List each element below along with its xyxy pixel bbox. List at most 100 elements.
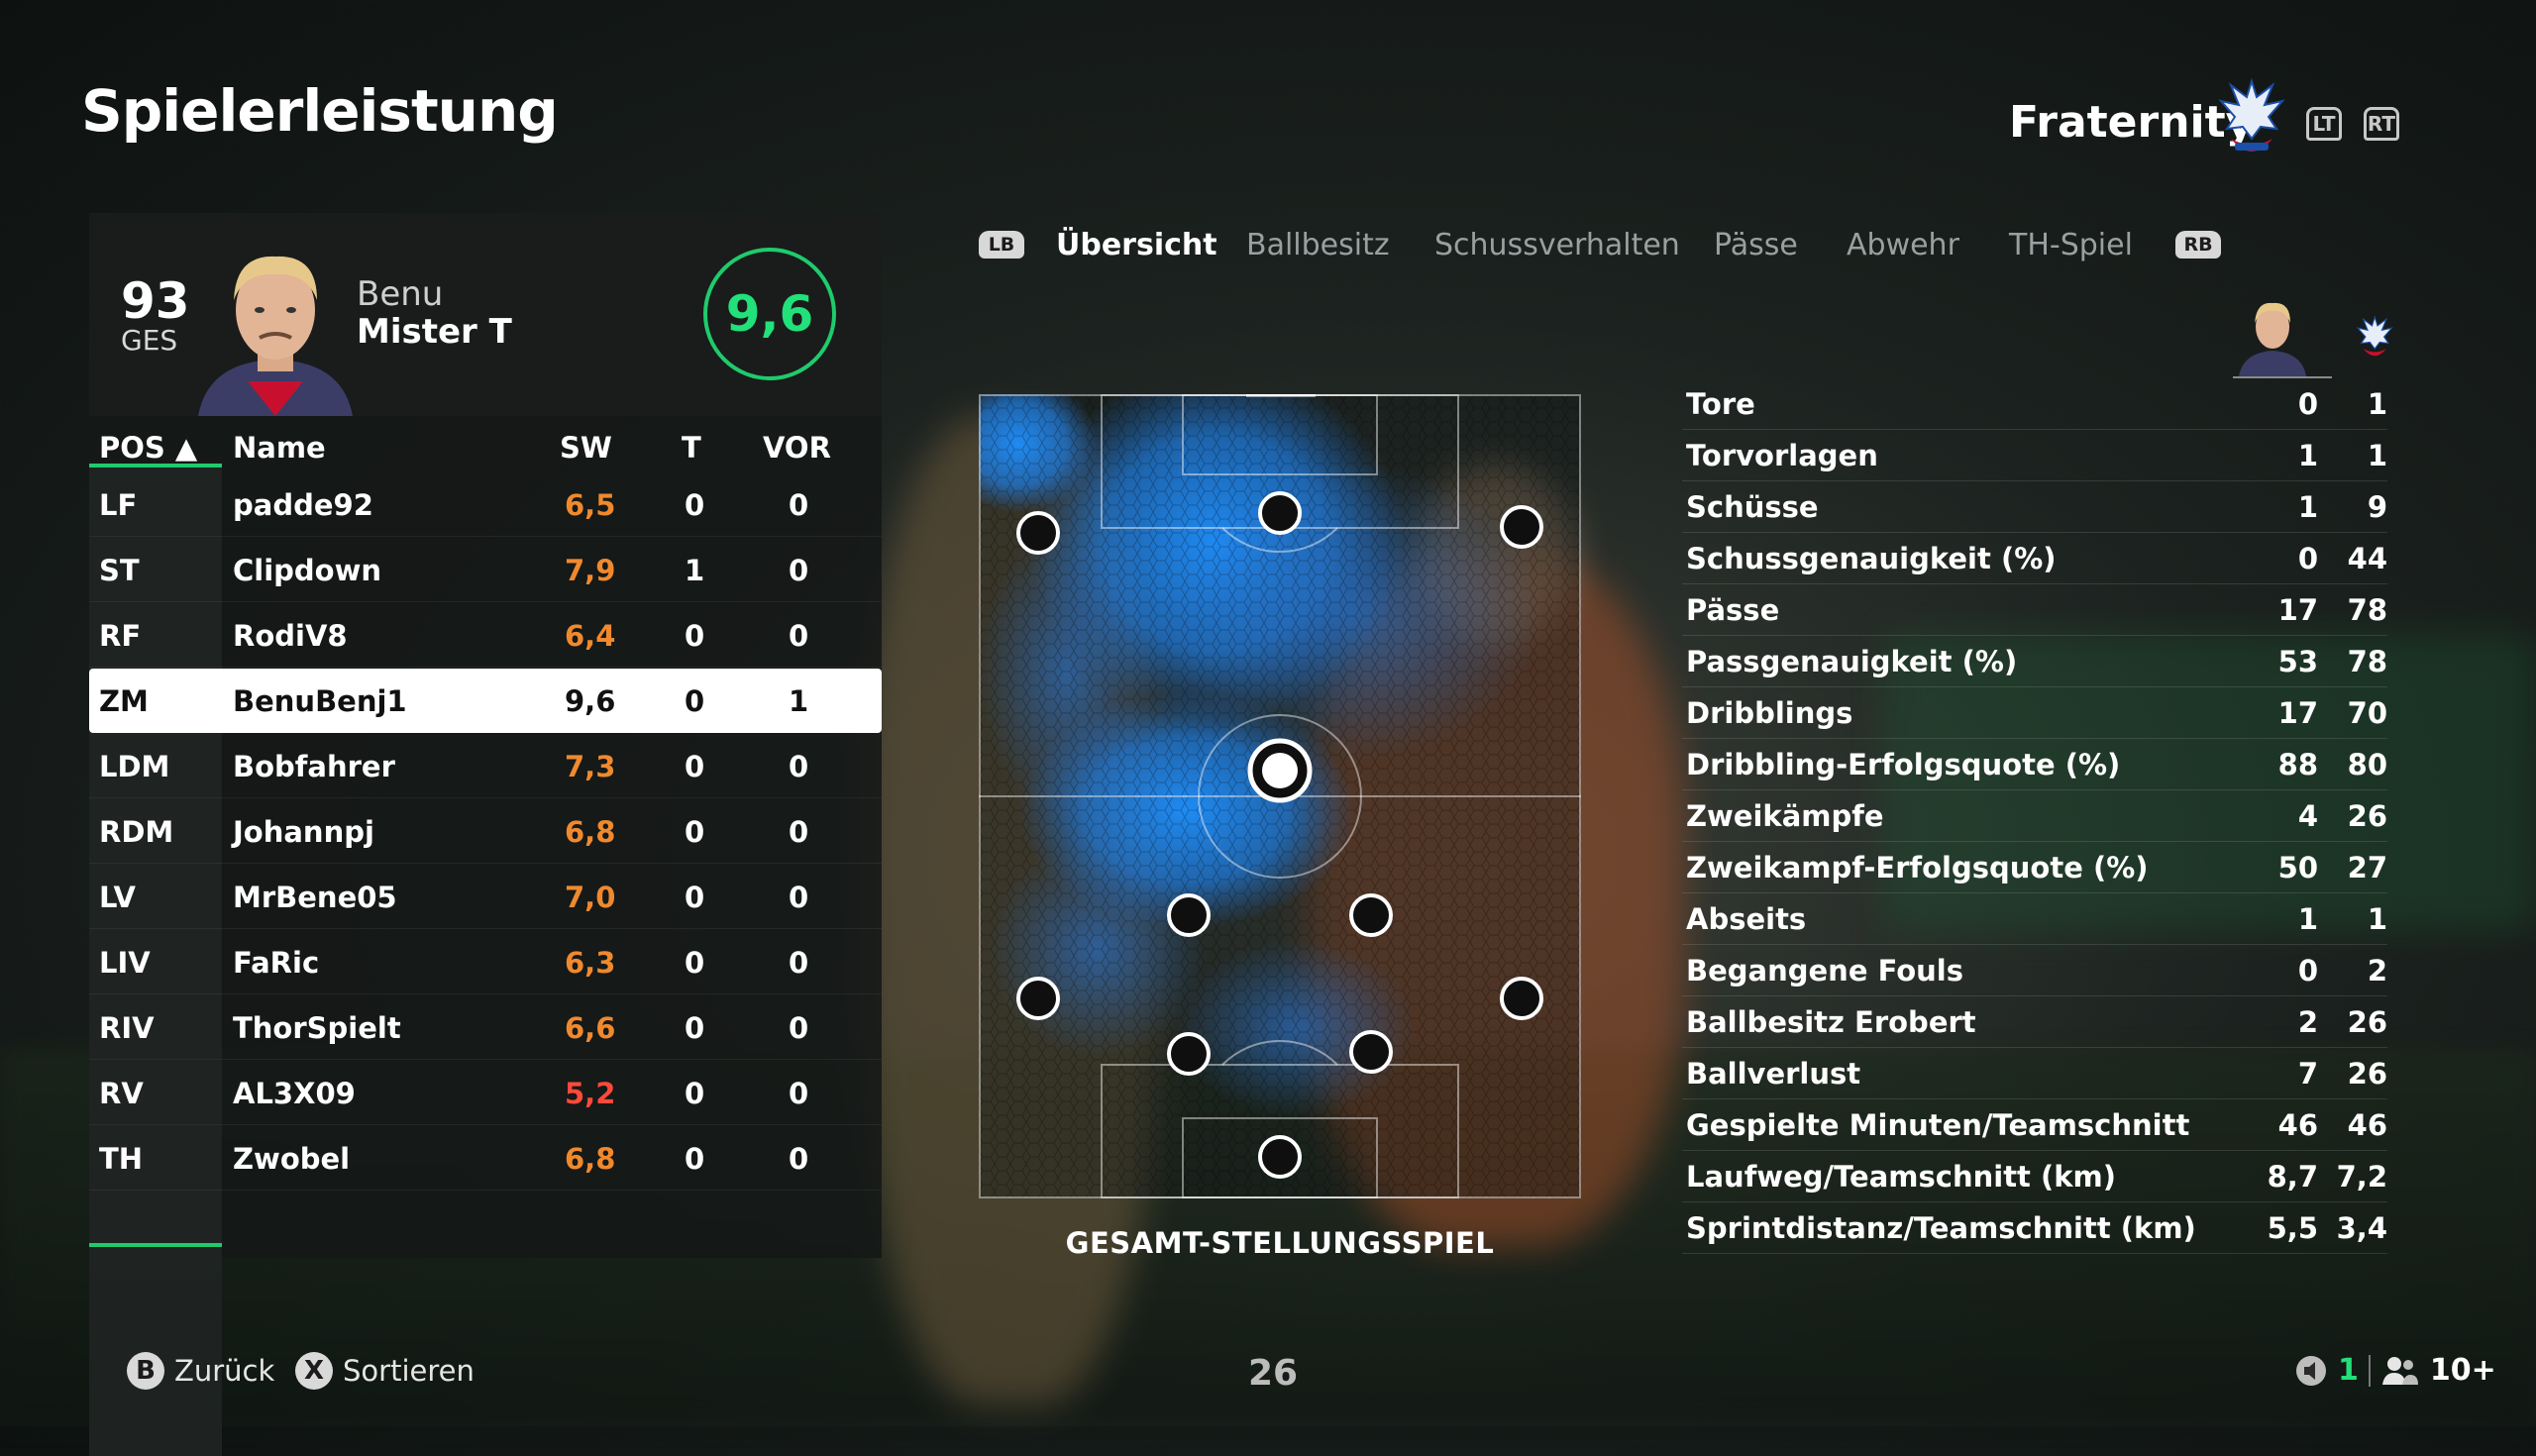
tab-schussverhalten[interactable]: Schussverhalten: [1434, 228, 1680, 262]
selected-position-dot-center: [1262, 753, 1298, 788]
stat-row: Schüsse 1 9: [1682, 481, 2387, 533]
cell-t: 0: [685, 881, 705, 914]
mic-count: 1: [2338, 1353, 2359, 1388]
cell-sw: 7,0: [565, 881, 616, 914]
positioning-heatmap: [979, 394, 1581, 1198]
stat-label: Ballbesitz Erobert: [1686, 1005, 1976, 1039]
cell-pos: ZM: [99, 684, 149, 718]
cell-t: 0: [685, 1011, 705, 1045]
table-row[interactable]: RIV ThorSpielt 6,6 0 0: [89, 995, 882, 1060]
cell-name: RodiV8: [233, 619, 348, 653]
stat-row: Ballverlust 7 26: [1682, 1048, 2387, 1099]
table-row[interactable]: LV MrBene05 7,0 0 0: [89, 865, 882, 929]
cell-sw: 6,8: [565, 815, 616, 849]
stat-team-value: 1: [2367, 439, 2387, 472]
stat-player-value: 88: [2277, 748, 2318, 781]
stat-team-value: 78: [2347, 593, 2387, 627]
player-list-panel: 93 GES Benu Mister T 9,6 POS ▲ Name SW T…: [89, 213, 882, 1456]
stat-player-value: 17: [2277, 696, 2318, 730]
stats-table: Tore 0 1 Torvorlagen 1 1 Schüsse 1 9 Schussgen…: [1682, 378, 2387, 1254]
cell-sw: 6,6: [565, 1011, 616, 1045]
cell-vor: 0: [789, 750, 809, 783]
stat-row: Zweikämpfe 4 26: [1682, 790, 2387, 842]
stat-label: Laufweg/Teamschnitt (km): [1686, 1160, 2117, 1194]
position-dot: [1349, 1030, 1393, 1074]
player-last-name: Mister T: [357, 312, 512, 352]
table-row[interactable]: LF padde92 6,5 0 0: [89, 472, 882, 537]
tab-th-spiel[interactable]: TH-Spiel: [2009, 228, 2133, 262]
stat-label: Sprintdistanz/Teamschnitt (km): [1686, 1211, 2196, 1245]
tab-uebersicht[interactable]: Übersicht: [1056, 228, 1217, 262]
x-button-icon: X: [295, 1352, 333, 1390]
cell-t: 0: [685, 946, 705, 980]
stat-row: Begangene Fouls 0 2: [1682, 945, 2387, 996]
stat-team-value: 3,4: [2336, 1211, 2387, 1245]
stat-team-value: 26: [2347, 799, 2387, 833]
cell-vor: 0: [789, 881, 809, 914]
header-sw[interactable]: SW: [560, 431, 612, 465]
stat-label: Torvorlagen: [1686, 439, 1878, 472]
stat-label: Zweikampf-Erfolgsquote (%): [1686, 851, 2149, 884]
header-vor[interactable]: VOR: [763, 431, 831, 465]
stat-row: Gespielte Minuten/Teamschnitt 46 46: [1682, 1099, 2387, 1151]
table-row-selected[interactable]: ZM BenuBenj1 9,6 0 1: [89, 669, 882, 733]
match-rating-ring: 9,6: [703, 248, 836, 380]
cell-name: Johannpj: [233, 815, 374, 849]
table-row[interactable]: LDM Bobfahrer 7,3 0 0: [89, 734, 882, 798]
stat-player-value: 0: [2297, 954, 2318, 988]
cell-t: 0: [685, 619, 705, 653]
stat-player-value: 1: [2297, 902, 2318, 936]
stat-label: Passgenauigkeit (%): [1686, 645, 2018, 678]
stat-team-value: 26: [2347, 1057, 2387, 1091]
cell-vor: 0: [789, 815, 809, 849]
cell-name: AL3X09: [233, 1077, 356, 1110]
cell-sw: 6,8: [565, 1142, 616, 1176]
tab-abwehr[interactable]: Abwehr: [1847, 228, 1959, 262]
stat-team-value: 80: [2347, 748, 2387, 781]
cell-vor: 0: [789, 1142, 809, 1176]
sort-button[interactable]: X Sortieren: [295, 1352, 475, 1390]
header-pos[interactable]: POS ▲: [99, 431, 197, 465]
page-title: Spielerleistung: [81, 77, 559, 145]
player-first-name: Benu: [357, 274, 444, 314]
cell-vor: 0: [789, 619, 809, 653]
header-name[interactable]: Name: [233, 431, 326, 465]
table-row[interactable]: ST Clipdown 7,9 1 0: [89, 538, 882, 602]
stat-team-value: 70: [2347, 696, 2387, 730]
stat-row: Schussgenauigkeit (%) 0 44: [1682, 533, 2387, 584]
stat-label: Schüsse: [1686, 490, 1819, 524]
party-icon: [2381, 1356, 2418, 1385]
list-end-indicator: [89, 1243, 222, 1247]
cell-pos: LIV: [99, 946, 151, 980]
stat-player-value: 4: [2297, 799, 2318, 833]
table-row[interactable]: LIV FaRic 6,3 0 0: [89, 930, 882, 994]
lt-trigger-icon[interactable]: LT: [2306, 107, 2342, 141]
stat-player-value: 8,7: [2267, 1160, 2318, 1194]
stat-player-value: 0: [2297, 542, 2318, 575]
back-label: Zurück: [174, 1354, 275, 1388]
table-row[interactable]: RV AL3X09 5,2 0 0: [89, 1061, 882, 1125]
rt-trigger-icon[interactable]: RT: [2364, 107, 2399, 141]
lb-bumper-icon[interactable]: LB: [979, 231, 1024, 259]
header-t[interactable]: T: [682, 431, 701, 465]
table-row[interactable]: TH Zwobel 6,8 0 0: [89, 1126, 882, 1191]
tab-ballbesitz[interactable]: Ballbesitz: [1246, 228, 1390, 262]
stat-team-value: 7,2: [2336, 1160, 2387, 1194]
stat-label: Abseits: [1686, 902, 1807, 936]
cell-t: 0: [685, 684, 705, 718]
rb-bumper-icon[interactable]: RB: [2175, 231, 2221, 259]
cell-name: padde92: [233, 488, 373, 522]
comparison-icons: [2233, 302, 2393, 378]
back-button[interactable]: B Zurück: [127, 1352, 274, 1390]
table-row[interactable]: RDM Johannpj 6,8 0 0: [89, 799, 882, 864]
tab-paesse[interactable]: Pässe: [1714, 228, 1798, 262]
stat-label: Pässe: [1686, 593, 1780, 627]
stat-team-value: 2: [2367, 954, 2387, 988]
table-row[interactable]: RF RodiV8 6,4 0 0: [89, 603, 882, 668]
stat-row: Ballbesitz Erobert 2 26: [1682, 996, 2387, 1048]
position-dot: [1258, 1135, 1302, 1179]
stat-label: Ballverlust: [1686, 1057, 1861, 1091]
cell-pos: LV: [99, 881, 136, 914]
stat-player-value: 2: [2297, 1005, 2318, 1039]
stat-row: Passgenauigkeit (%) 53 78: [1682, 636, 2387, 687]
